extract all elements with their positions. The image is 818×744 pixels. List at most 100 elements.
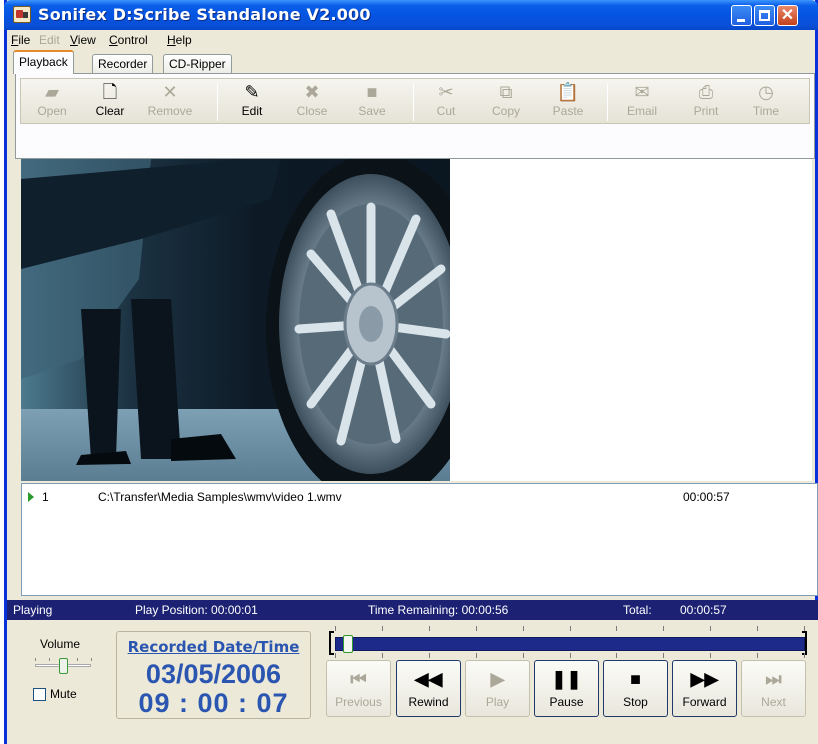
position-ticks-top	[335, 626, 805, 632]
remove-button[interactable]: ✕ Remove	[141, 80, 199, 124]
minimize-button[interactable]	[731, 5, 752, 26]
rewind-icon: ◀◀	[414, 669, 443, 689]
close-label: Close	[296, 104, 328, 118]
menu-file[interactable]: File	[11, 33, 30, 47]
play-position: Play Position: 00:00:01	[135, 603, 258, 617]
pause-label: Pause	[549, 695, 584, 709]
position-tick	[616, 653, 617, 658]
maximize-button[interactable]	[754, 5, 775, 26]
close-icon: ✕	[780, 7, 795, 24]
menu-help-label: elp	[175, 33, 192, 47]
position-track	[335, 637, 805, 651]
total-value: 00:00:57	[680, 603, 727, 617]
title-bar[interactable]: Sonifex D:Scribe Standalone V2.000 ✕	[4, 0, 818, 30]
copy-icon: ⧉	[499, 82, 513, 102]
rewind-label: Rewind	[408, 695, 449, 709]
tab-playback[interactable]: Playback	[13, 50, 74, 74]
rewind-button[interactable]: ◀◀ Rewind	[396, 660, 461, 717]
paste-button[interactable]: 📋 Paste	[539, 80, 597, 124]
save-icon: ■	[366, 82, 378, 102]
playback-state: Playing	[13, 603, 53, 617]
tab-strip: Playback Recorder CD-Ripper	[7, 50, 815, 74]
tab-recorder[interactable]: Recorder	[92, 54, 154, 74]
position-start-bracket	[329, 631, 334, 655]
position-thumb[interactable]	[343, 635, 353, 653]
envelope-icon: ✉	[634, 82, 650, 102]
previous-button[interactable]: ⏮ Previous	[326, 660, 391, 717]
transport-panel: Volume Mute Recorded Date/Time 03/05/200…	[7, 620, 818, 744]
playlist-item-number: 1	[42, 490, 49, 504]
forward-button[interactable]: ▶▶ Forward	[672, 660, 737, 717]
volume-slider[interactable]	[33, 658, 93, 674]
save-label: Save	[358, 104, 386, 118]
print-label: Print	[693, 104, 719, 118]
position-tick	[429, 653, 430, 658]
toolbar-separator	[413, 83, 414, 121]
position-tick	[663, 626, 664, 631]
clear-label: Clear	[95, 104, 125, 118]
menu-view[interactable]: View	[70, 33, 96, 47]
position-tick	[616, 626, 617, 631]
position-tick	[757, 626, 758, 631]
printer-icon: ⎙	[698, 82, 714, 102]
playlist[interactable]: 1 C:\Transfer\Media Samples\wmv\video 1.…	[21, 483, 818, 596]
stop-label: Stop	[623, 695, 648, 709]
position-tick	[523, 626, 524, 631]
pause-icon: ❚❚	[551, 669, 582, 689]
recorded-datetime-title: Recorded Date/Time	[127, 638, 300, 656]
menu-bar: File Edit View Control Help	[7, 30, 815, 50]
position-tick	[476, 626, 477, 631]
next-button[interactable]: ⏭ Next	[741, 660, 806, 717]
clear-button[interactable]: 🗋 Clear	[81, 80, 139, 124]
position-slider[interactable]	[329, 626, 809, 658]
paste-label: Paste	[552, 104, 584, 118]
open-button[interactable]: ▰ Open	[23, 80, 81, 124]
position-tick	[710, 653, 711, 658]
stop-button[interactable]: ■ Stop	[603, 660, 668, 717]
menu-help[interactable]: Help	[167, 33, 192, 47]
volume-thumb[interactable]	[59, 658, 68, 674]
recorded-date: 03/05/2006	[145, 659, 282, 689]
edit-pencil-icon: ✎	[244, 82, 260, 102]
play-icon: ▶	[490, 669, 505, 689]
video-display[interactable]	[21, 159, 450, 481]
playlist-row[interactable]: 1 C:\Transfer\Media Samples\wmv\video 1.…	[26, 490, 806, 506]
cut-label: Cut	[436, 104, 456, 118]
tab-cd-ripper[interactable]: CD-Ripper	[163, 54, 232, 74]
minimize-icon	[737, 19, 745, 22]
edit-button[interactable]: ✎ Edit	[223, 80, 281, 124]
mute-checkbox[interactable]	[33, 688, 46, 701]
close-window-button[interactable]: ✕	[777, 5, 798, 26]
playlist-item-path: C:\Transfer\Media Samples\wmv\video 1.wm…	[98, 490, 342, 504]
position-tick	[804, 653, 805, 658]
scissors-icon: ✂	[438, 82, 454, 102]
app-icon[interactable]	[13, 6, 31, 23]
menu-control[interactable]: Control	[109, 33, 148, 47]
menu-help-mnemonic: H	[167, 33, 176, 47]
menu-edit: Edit	[39, 33, 60, 47]
pause-button[interactable]: ❚❚ Pause	[534, 660, 599, 717]
side-pane	[450, 159, 812, 481]
app-window: Sonifex D:Scribe Standalone V2.000 ✕ Fil…	[4, 0, 818, 744]
cut-button[interactable]: ✂ Cut	[417, 80, 475, 124]
forward-label: Forward	[682, 695, 727, 709]
print-button[interactable]: ⎙ Print	[677, 80, 735, 124]
save-button[interactable]: ■ Save	[343, 80, 401, 124]
position-tick	[523, 653, 524, 658]
previous-label: Previous	[335, 695, 382, 709]
position-tick	[757, 653, 758, 658]
next-label: Next	[761, 695, 786, 709]
copy-button[interactable]: ⧉ Copy	[477, 80, 535, 124]
menu-view-label: iew	[77, 33, 96, 47]
new-document-icon: 🗋	[102, 82, 118, 102]
time-button[interactable]: ◷ Time	[737, 80, 795, 124]
mute-label: Mute	[50, 687, 77, 701]
playback-panel: ▰ Open 🗋 Clear ✕ Remove ✎ Edit ✖ Close ■	[15, 73, 815, 159]
position-tick	[335, 653, 336, 658]
close-file-button[interactable]: ✖ Close	[283, 80, 341, 124]
email-button[interactable]: ✉ Email	[613, 80, 671, 124]
menu-control-mnemonic: C	[109, 33, 118, 47]
position-tick	[335, 626, 336, 631]
clipboard-icon: 📋	[556, 82, 580, 102]
play-button[interactable]: ▶ Play	[465, 660, 530, 717]
